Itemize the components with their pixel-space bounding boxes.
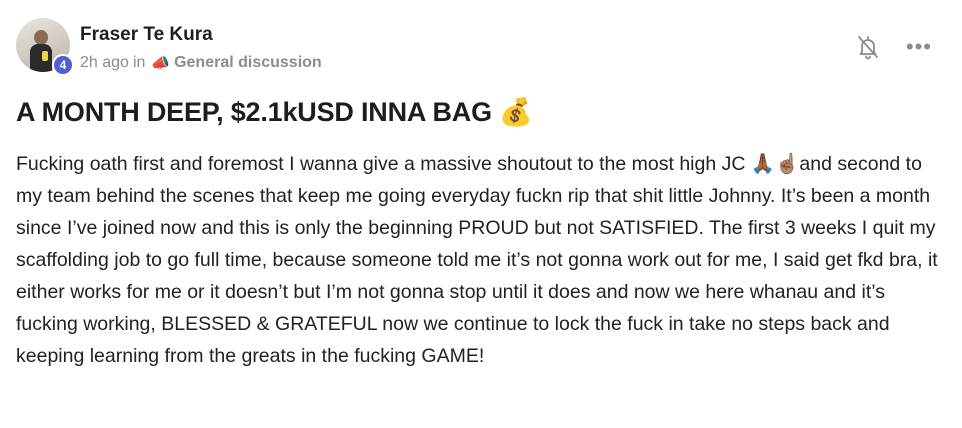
author-avatar-container[interactable]: 4 (16, 18, 74, 76)
bell-off-icon[interactable] (856, 34, 880, 60)
avatar-figure-body (30, 44, 52, 72)
post-body: Fucking oath first and foremost I wanna … (16, 153, 938, 367)
category-link[interactable]: General discussion (174, 54, 322, 72)
post-time: 2h ago (80, 54, 129, 71)
more-horizontal-icon[interactable]: ••• (906, 36, 932, 58)
post-card: 4 Fraser Te Kura 2h ago in 📣 General dis… (0, 0, 962, 428)
post-meta: 2h ago in 📣 General discussion (80, 54, 322, 72)
avatar-figure-accent (42, 51, 48, 61)
in-label: in (132, 54, 146, 71)
post-actions: ••• (856, 34, 932, 60)
level-badge: 4 (52, 54, 74, 76)
author-name[interactable]: Fraser Te Kura (80, 24, 213, 46)
post-title: A MONTH DEEP, $2.1kUSD INNA BAG 💰 (16, 97, 533, 127)
avatar-figure-head (34, 30, 48, 45)
megaphone-icon: 📣 (151, 55, 171, 72)
